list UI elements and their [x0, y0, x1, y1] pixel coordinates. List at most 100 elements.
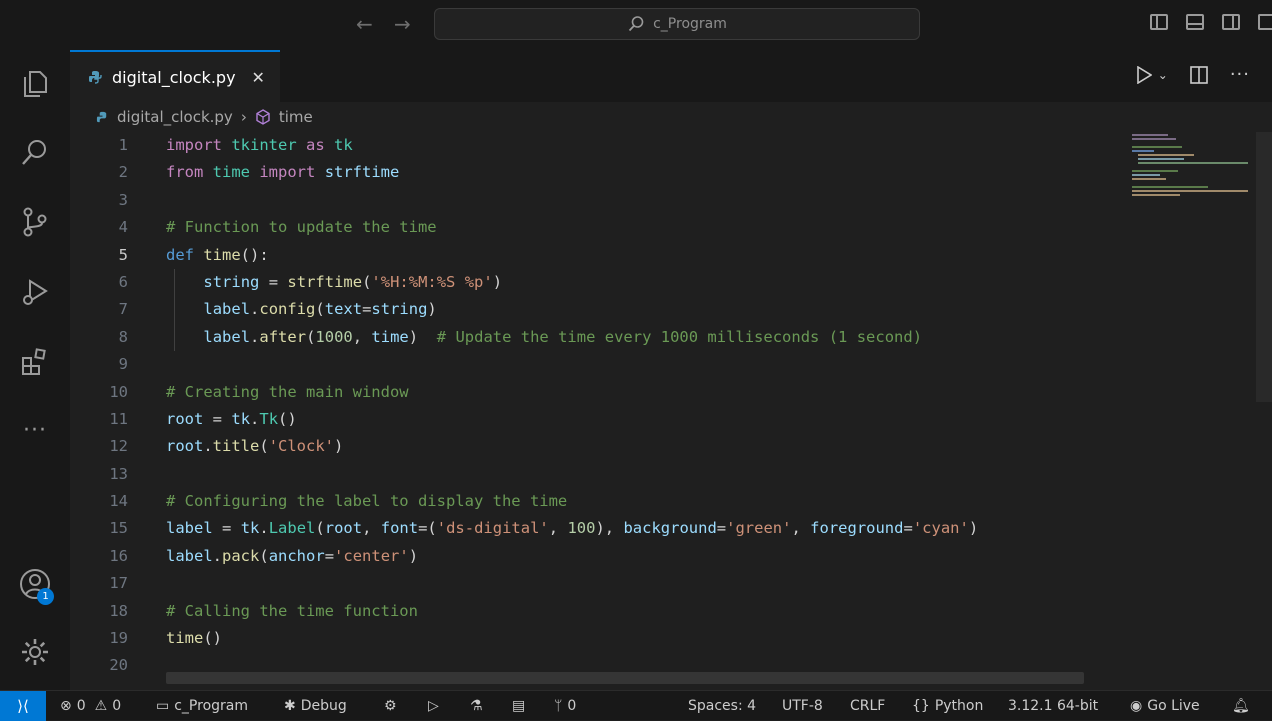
editor-actions: ⌄ ···: [1136, 64, 1250, 85]
breadcrumb-file[interactable]: digital_clock.py: [117, 108, 233, 126]
customize-layout-icon[interactable]: [1258, 14, 1272, 30]
gear-icon: ⚙: [384, 697, 397, 714]
line-number: 6: [118, 272, 128, 291]
forward-arrow-icon[interactable]: →: [394, 12, 411, 36]
gear-icon[interactable]: [17, 634, 53, 670]
python-file-icon: [89, 71, 102, 84]
line-number: 14: [109, 492, 128, 511]
braces-icon: {}: [912, 697, 930, 714]
line-number: 19: [109, 629, 128, 648]
line-number: 3: [118, 190, 128, 209]
language-status[interactable]: {} Python: [912, 691, 983, 720]
horizontal-scrollbar[interactable]: [166, 672, 1084, 684]
title-bar: ← → c_Program: [0, 0, 1272, 50]
run-and-debug-icon[interactable]: [17, 274, 53, 310]
back-arrow-icon[interactable]: ←: [356, 12, 373, 36]
source-control-icon[interactable]: [17, 204, 53, 240]
editor-area: digital_clock.py ✕ ⌄ ··· digital_clock.p…: [70, 50, 1272, 690]
test-status[interactable]: ⚗: [470, 691, 483, 720]
code-line[interactable]: 10 # Creating the main window: [70, 379, 1130, 406]
command-center-search[interactable]: c_Program: [434, 8, 920, 40]
code-line[interactable]: 6 string = strftime('%H:%M:%S %p'): [70, 269, 1130, 296]
line-number: 20: [109, 656, 128, 675]
spaces-label: Spaces: 4: [688, 697, 757, 714]
accounts-icon[interactable]: 1: [17, 566, 54, 605]
workspace-folder[interactable]: ▭ c_Program: [156, 691, 248, 720]
settings-status[interactable]: ⚙: [384, 691, 397, 720]
debug-status[interactable]: ✱ Debug: [284, 691, 347, 720]
code-line[interactable]: 11 root = tk.Tk(): [70, 406, 1130, 433]
code-line[interactable]: 3: [70, 187, 1130, 214]
more-actions-icon[interactable]: ···: [1230, 64, 1250, 85]
code-line[interactable]: 16 label.pack(anchor='center'): [70, 543, 1130, 570]
search-icon[interactable]: [17, 134, 53, 170]
chevron-down-icon[interactable]: ⌄: [1158, 68, 1168, 82]
line-number: 2: [118, 163, 128, 182]
remote-indicator-icon[interactable]: ⟩⟨: [0, 691, 46, 721]
breadcrumb: digital_clock.py › time: [96, 106, 313, 128]
flask-icon: ⚗: [470, 697, 483, 714]
split-editor-icon[interactable]: [1190, 65, 1208, 84]
code-line[interactable]: 12 root.title('Clock'): [70, 433, 1130, 460]
go-live-button[interactable]: ◉ Go Live: [1130, 691, 1200, 720]
problems-indicator[interactable]: ⊗ 0 ⚠ 0: [60, 691, 121, 720]
line-number: 15: [109, 519, 128, 538]
minimap[interactable]: [1128, 132, 1248, 202]
code-line[interactable]: 9: [70, 351, 1130, 378]
breadcrumb-symbol[interactable]: time: [279, 108, 313, 126]
code-line[interactable]: 13: [70, 461, 1130, 488]
code-line[interactable]: 4 # Function to update the time: [70, 214, 1130, 241]
code-line[interactable]: 19 time(): [70, 625, 1130, 652]
code-line[interactable]: 8 label.after(1000, time) # Update the t…: [70, 324, 1130, 351]
line-number: 7: [118, 300, 128, 319]
line-number: 17: [109, 574, 128, 593]
tab-label: digital_clock.py: [112, 67, 236, 87]
debug-label: Debug: [300, 697, 347, 714]
run-status[interactable]: ▷: [428, 691, 439, 720]
notifications-bell-icon[interactable]: 🔔︎: [1232, 691, 1250, 720]
extensions-icon[interactable]: [17, 344, 53, 380]
code-line[interactable]: 1 import tkinter as tk: [70, 132, 1130, 159]
ports-status[interactable]: ᛘ0: [554, 691, 576, 720]
code-line[interactable]: 15 label = tk.Label(root, font=('ds-digit…: [70, 515, 1130, 542]
code-text: # Function to update the time: [166, 218, 437, 237]
go-live-label: Go Live: [1147, 697, 1200, 714]
toggle-panel-icon[interactable]: [1186, 14, 1204, 30]
more-icon[interactable]: ···: [17, 412, 53, 448]
tab-bar: digital_clock.py ✕ ⌄ ···: [70, 50, 1272, 102]
code-line[interactable]: 14 # Configuring the label to display the…: [70, 488, 1130, 515]
code-line[interactable]: 2 from time import strftime: [70, 159, 1130, 186]
code-text: string = strftime('%H:%M:%S %p'): [203, 272, 503, 291]
toggle-primary-sidebar-icon[interactable]: [1150, 14, 1168, 30]
code-line[interactable]: 5 def time():: [70, 242, 1130, 269]
code-text: # Creating the main window: [166, 382, 409, 401]
encoding-status[interactable]: UTF-8: [782, 691, 823, 720]
eol-status[interactable]: CRLF: [850, 691, 885, 720]
code-line[interactable]: 7 label.config(text=string): [70, 296, 1130, 323]
code-line[interactable]: 17: [70, 570, 1130, 597]
close-icon[interactable]: ✕: [252, 68, 265, 87]
code-editor[interactable]: 1 import tkinter as tk 2 from time import s…: [70, 132, 1130, 680]
code-text: root.title('Clock'): [166, 437, 344, 456]
toggle-secondary-sidebar-icon[interactable]: [1222, 14, 1240, 30]
layout-controls: [1150, 14, 1272, 30]
vertical-scrollbar[interactable]: [1256, 132, 1272, 402]
line-number: 11: [109, 409, 128, 428]
code-line[interactable]: 18 # Calling the time function: [70, 598, 1130, 625]
command-center-label: c_Program: [653, 16, 727, 32]
tasks-status[interactable]: ▤: [512, 691, 525, 720]
explorer-icon[interactable]: [17, 66, 53, 102]
run-python-file-icon[interactable]: [1136, 65, 1152, 84]
encoding-label: UTF-8: [782, 697, 823, 714]
eol-label: CRLF: [850, 697, 886, 714]
line-number: 4: [118, 218, 128, 237]
line-number: 18: [109, 601, 128, 620]
code-text: label.pack(anchor='center'): [166, 546, 419, 565]
python-file-icon: [96, 111, 107, 122]
tab-digital-clock[interactable]: digital_clock.py ✕: [70, 50, 280, 102]
code-text: def time():: [166, 245, 269, 264]
code-text: import tkinter as tk: [166, 136, 353, 154]
interpreter-status[interactable]: 3.12.1 64-bit: [1008, 691, 1098, 720]
indentation-status[interactable]: Spaces: 4: [688, 691, 756, 720]
line-number: 13: [109, 464, 128, 483]
